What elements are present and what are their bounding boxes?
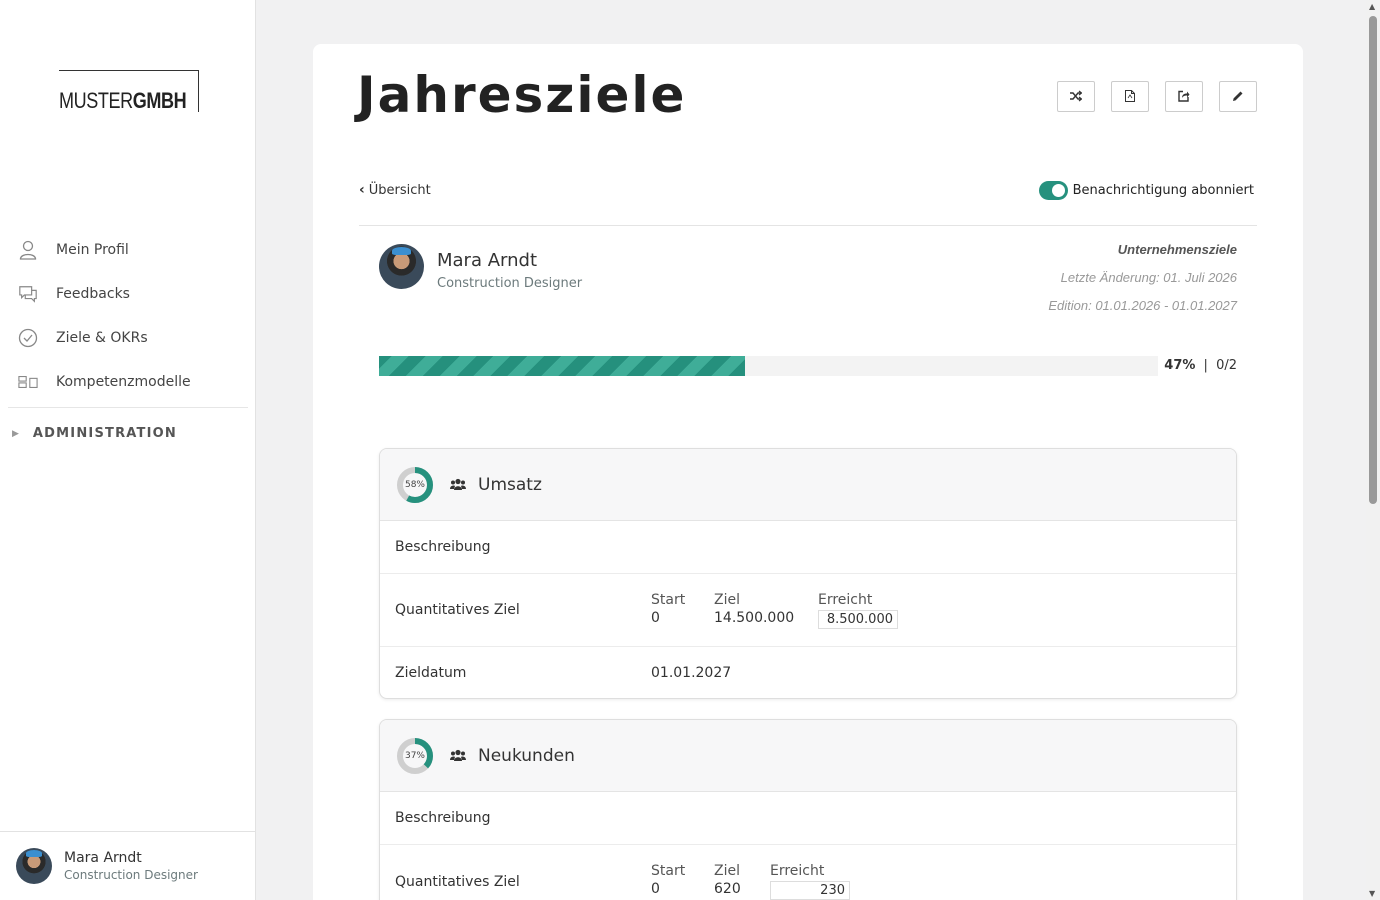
logo-part-2: GMBH: [132, 88, 187, 113]
back-link[interactable]: ‹ Übersicht: [359, 182, 431, 198]
quantitative-label: Quantitatives Ziel: [395, 873, 520, 890]
reached-label: Erreicht: [770, 863, 825, 879]
goal-card: 37% Neukunden Beschreibung Quantitatives…: [379, 719, 1237, 900]
nav-item-feedbacks[interactable]: Feedbacks: [8, 272, 248, 316]
goal-header[interactable]: 37% Neukunden: [380, 720, 1236, 792]
back-label: Übersicht: [368, 182, 431, 198]
model-icon: [18, 372, 38, 392]
date-label: Zieldatum: [395, 664, 467, 681]
start-label: Start: [651, 863, 686, 879]
reached-input[interactable]: [818, 609, 898, 629]
goal-progress-donut: 58%: [396, 466, 434, 504]
nav-label: Mein Profil: [56, 242, 129, 258]
description-label: Beschreibung: [395, 539, 491, 555]
nav-item-profile[interactable]: Mein Profil: [8, 228, 248, 272]
description-row: Beschreibung: [380, 521, 1236, 574]
progress-separator: |: [1203, 358, 1208, 373]
progress-count: 0/2: [1216, 358, 1237, 373]
scroll-down-icon[interactable]: ▼: [1369, 889, 1375, 898]
owner-name: Mara Arndt: [437, 250, 538, 271]
pdf-button[interactable]: [1111, 81, 1149, 112]
main-nav: Mein Profil Feedbacks Ziele & OKRs Kompe…: [8, 228, 248, 408]
quantitative-label: Quantitatives Ziel: [395, 602, 520, 618]
admin-label: ADMINISTRATION: [32, 426, 177, 441]
admin-section-toggle[interactable]: ▶ ADMINISTRATION: [12, 426, 177, 441]
nav-label: Kompetenzmodelle: [56, 374, 191, 390]
goal-meta: Unternehmensziele Letzte Änderung: 01. J…: [1048, 242, 1237, 313]
toggle-switch[interactable]: [1038, 181, 1068, 200]
pdf-icon: [1125, 87, 1135, 106]
goal-card: 58% Umsatz Beschreibung Quantitatives Zi…: [379, 448, 1237, 699]
quantitative-row: Quantitatives Ziel Start 0 Ziel 14.500.0…: [380, 574, 1236, 647]
subscribe-toggle[interactable]: Benachrichtigung abonniert: [1038, 181, 1254, 200]
sidebar-user[interactable]: Mara Arndt Construction Designer: [0, 831, 255, 900]
overall-progress-bar: [379, 356, 1158, 376]
team-icon: [450, 478, 468, 491]
subscribe-label: Benachrichtigung abonniert: [1072, 183, 1254, 198]
quantitative-values: Start 0 Ziel 620 Erreicht: [651, 863, 850, 900]
reached-input[interactable]: [770, 881, 850, 900]
nav-divider: [8, 407, 248, 408]
user-name: Mara Arndt: [64, 850, 142, 866]
user-role: Construction Designer: [64, 868, 198, 882]
target-label: Ziel: [714, 863, 740, 879]
header-divider: [359, 225, 1257, 226]
company-logo[interactable]: MUSTERGMBH: [59, 70, 199, 113]
shuffle-icon: [1070, 87, 1083, 106]
target-value: 620: [714, 881, 741, 897]
owner-role: Construction Designer: [437, 276, 583, 291]
goal-progress-donut: 37%: [396, 737, 434, 775]
avatar: [16, 848, 52, 884]
edit-button[interactable]: [1219, 81, 1257, 112]
chat-icon: [18, 284, 38, 304]
nav-label: Ziele & OKRs: [56, 330, 148, 346]
target-label: Ziel: [714, 591, 740, 608]
main-card: Jahresziele ‹ Übersicht Benachrichtigung…: [313, 44, 1303, 900]
nav-label: Feedbacks: [56, 286, 130, 302]
scroll-thumb[interactable]: [1369, 16, 1377, 504]
toolbar: [1057, 81, 1257, 112]
page-title: Jahresziele: [357, 66, 687, 124]
donut-label: 37%: [404, 750, 425, 761]
avatar: [379, 244, 424, 289]
start-value: 0: [651, 881, 660, 897]
target-value: 14.500.000: [714, 609, 795, 626]
description-row: Beschreibung: [380, 792, 1236, 845]
start-label: Start: [651, 591, 686, 608]
shuffle-button[interactable]: [1057, 81, 1095, 112]
progress-fill: [379, 356, 746, 376]
scroll-up-icon[interactable]: ▲: [1369, 2, 1375, 11]
quantitative-values: Start 0 Ziel 14.500.000 Erreicht: [651, 592, 898, 629]
quantitative-row: Quantitatives Ziel Start 0 Ziel 620 Erre…: [380, 845, 1236, 900]
goal-kind: Unternehmensziele: [1117, 242, 1237, 257]
share-icon: [1178, 87, 1190, 106]
chevron-left-icon: ‹: [359, 182, 365, 198]
share-button[interactable]: [1165, 81, 1203, 112]
nav-item-competencies[interactable]: Kompetenzmodelle: [8, 360, 248, 404]
check-circle-icon: [18, 328, 38, 348]
date-row: Zieldatum 01.01.2027: [380, 647, 1236, 698]
progress-summary: 47% | 0/2: [1164, 358, 1237, 373]
sidebar: MUSTERGMBH Mein Profil Feedbacks Ziele &…: [0, 0, 256, 900]
description-label: Beschreibung: [395, 810, 491, 826]
goal-owner: Mara Arndt Construction Designer: [379, 244, 582, 291]
progress-percent: 47%: [1164, 358, 1196, 373]
start-value: 0: [651, 609, 660, 626]
edit-icon: [1232, 87, 1244, 106]
user-icon: [18, 240, 38, 260]
team-icon: [450, 749, 468, 762]
logo-part-1: MUSTER: [59, 88, 133, 113]
reached-label: Erreicht: [818, 591, 873, 608]
goal-title: Umsatz: [478, 474, 542, 495]
last-change: Letzte Änderung: 01. Juli 2026: [1060, 270, 1237, 285]
edition-range: Edition: 01.01.2026 - 01.01.2027: [1048, 298, 1237, 313]
date-value: 01.01.2027: [651, 664, 732, 681]
nav-item-goals[interactable]: Ziele & OKRs: [8, 316, 248, 360]
goal-title: Neukunden: [478, 745, 575, 766]
caret-right-icon: ▶: [12, 428, 19, 439]
page-scrollbar[interactable]: ▲ ▼: [1366, 0, 1380, 900]
donut-label: 58%: [404, 479, 425, 490]
goal-header[interactable]: 58% Umsatz: [380, 449, 1236, 521]
